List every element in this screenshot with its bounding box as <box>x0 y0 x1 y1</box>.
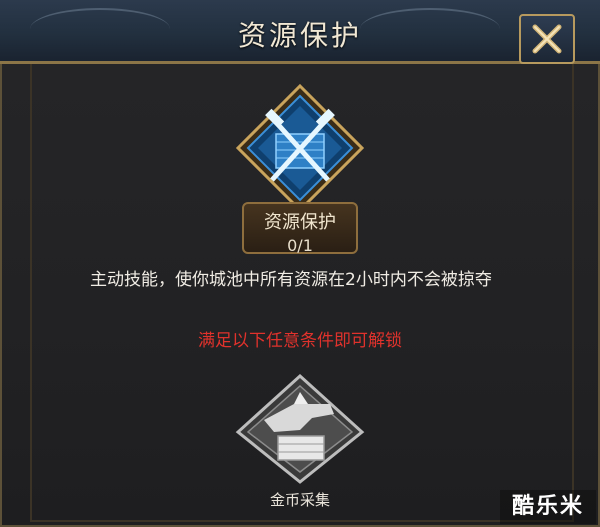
close-x-icon <box>532 24 562 54</box>
crossed-hammers-shield-icon <box>235 83 365 213</box>
skill-name: 资源保护 <box>264 212 336 233</box>
unlock-condition-gold-collect[interactable] <box>234 373 366 484</box>
dialog-title: 资源保护 <box>237 19 362 52</box>
skill-name-badge: 资源保护 0/1 <box>242 202 358 255</box>
skill-description: 主动技能，使你城池中所有资源在2小时内不会被掠夺 <box>90 270 492 290</box>
skill-icon[interactable] <box>235 83 365 213</box>
skill-level: 0/1 <box>287 236 313 255</box>
unlock-hint: 满足以下任意条件即可解锁 <box>198 331 402 351</box>
gold-collect-icon <box>235 373 365 484</box>
watermark: 酷乐米 <box>500 490 596 524</box>
dialog-header: 资源保护 <box>0 0 600 64</box>
close-button[interactable] <box>519 14 575 64</box>
